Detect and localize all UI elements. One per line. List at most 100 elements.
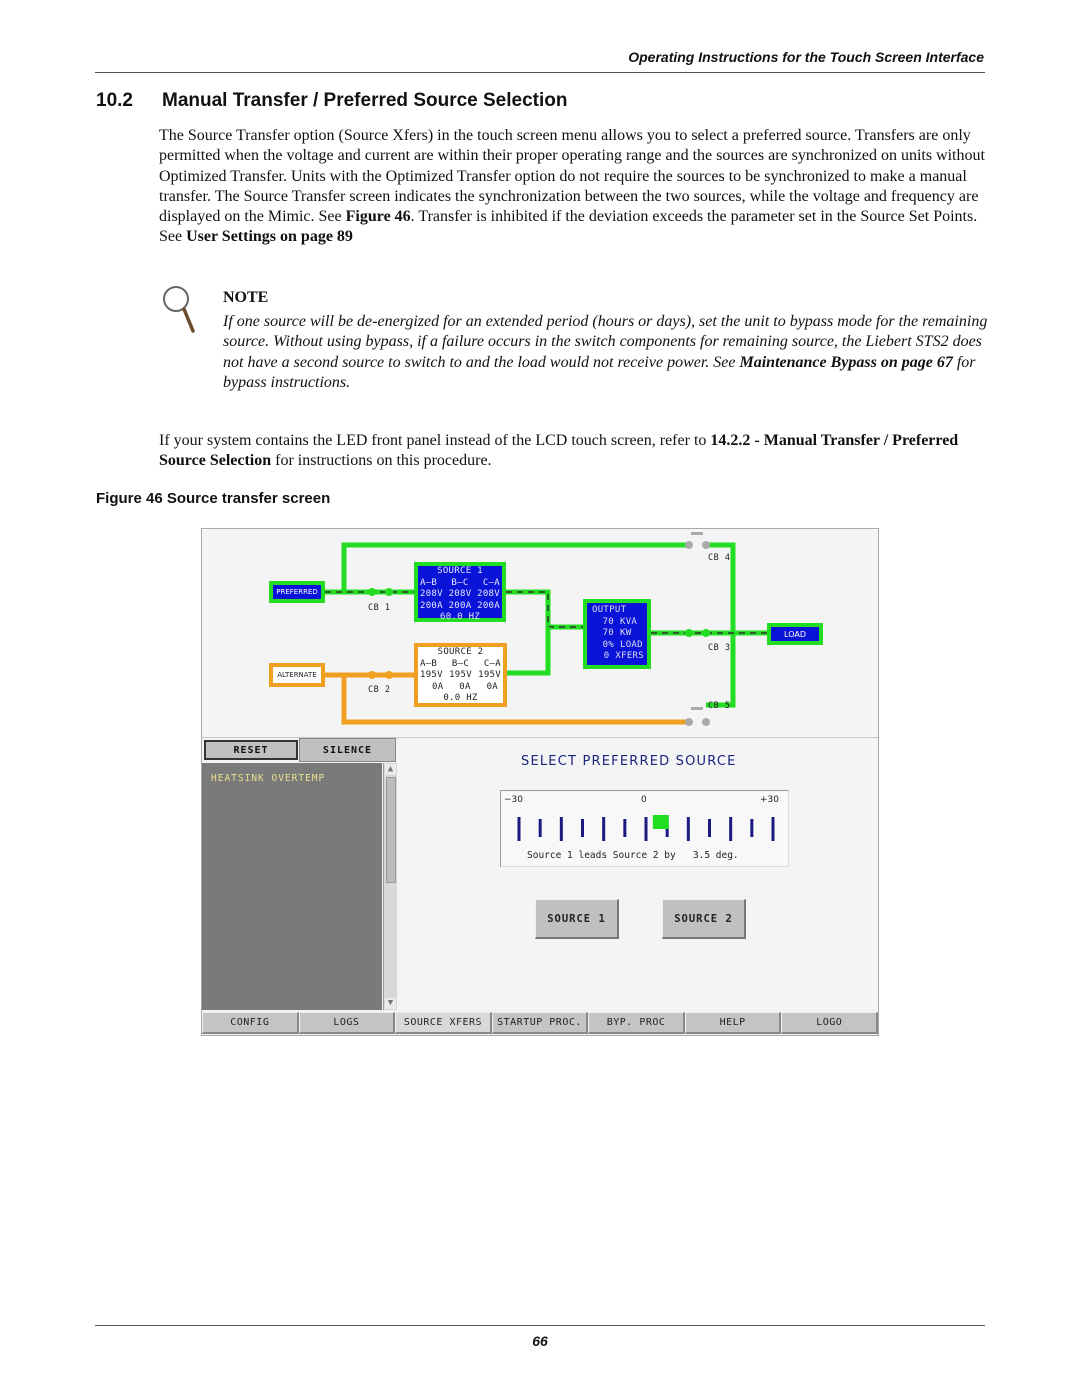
- nav-button-byp-proc[interactable]: BYP. PROC: [588, 1012, 685, 1034]
- phase-label: C–A: [483, 658, 501, 669]
- current-value: 200A: [448, 600, 472, 611]
- load-tag: LOAD: [767, 623, 823, 645]
- nav-button-source-xfers[interactable]: SOURCE XFERS: [395, 1012, 492, 1034]
- phase-scale: [517, 815, 775, 841]
- figure-46-link[interactable]: Figure 46: [346, 208, 411, 225]
- section-title: Manual Transfer / Preferred Source Selec…: [162, 90, 568, 111]
- note-label: NOTE: [223, 289, 269, 306]
- cb2-contact: [368, 671, 376, 679]
- nav-button-logo[interactable]: LOGO: [781, 1012, 879, 1034]
- output-row: 70 KW: [592, 628, 644, 640]
- cb3-contact: [685, 629, 693, 637]
- note-text: If one source will be de-energized for a…: [223, 312, 988, 393]
- user-settings-link[interactable]: User Settings on page 89: [186, 228, 353, 245]
- voltage-value: 208V: [477, 589, 500, 599]
- page-number: 66: [532, 1333, 548, 1349]
- source1-button[interactable]: SOURCE 1: [535, 899, 619, 939]
- output-unit: KW: [620, 628, 632, 638]
- alternate-tag[interactable]: ALTERNATE: [269, 663, 325, 687]
- source1-panel: SOURCE 1 A–B B–C C–A 208V 208V 208V 200A 200A…: [414, 562, 506, 622]
- nav-button-logs[interactable]: LOGS: [298, 1012, 396, 1034]
- scroll-up-arrow-icon[interactable]: ▲: [385, 764, 396, 775]
- cb5-label: CB 5: [708, 701, 731, 711]
- scale-max-label: +30: [760, 795, 779, 805]
- nav-button-startup-proc[interactable]: STARTUP PROC.: [491, 1012, 589, 1034]
- phase-label: A–B: [420, 577, 438, 588]
- source-transfer-screen: PREFERRED ALTERNATE LOAD CB 1 CB 2 CB 3 …: [201, 528, 879, 1036]
- figure-caption: Figure 46 Source transfer screen: [96, 490, 331, 507]
- alarm-scrollbar[interactable]: ▲ ▼: [383, 763, 397, 1010]
- output-row: 0% LOAD: [592, 640, 644, 652]
- current-value: 0A: [486, 681, 498, 692]
- output-unit: KVA: [620, 616, 638, 627]
- output-value: 70: [602, 628, 614, 638]
- cb4-open-indicator: [691, 532, 703, 535]
- output-unit: LOAD: [620, 639, 643, 650]
- voltage-value: 195V: [420, 670, 443, 680]
- select-preferred-source-title: SELECT PREFERRED SOURCE: [521, 754, 737, 769]
- section-number: 10.2: [96, 90, 133, 111]
- output-value: 0: [603, 651, 610, 661]
- maintenance-bypass-link[interactable]: Maintenance Bypass on page 67: [740, 354, 953, 371]
- section-heading: 10.2 Manual Transfer / Preferred Source S…: [96, 90, 567, 112]
- alarm-panel: RESET SILENCE HEATSINK OVERTEMP ▲ ▼: [202, 738, 398, 1010]
- intro-paragraph: The Source Transfer option (Source Xfers…: [159, 126, 989, 248]
- phase-indicator: [652, 815, 669, 829]
- source2-button[interactable]: SOURCE 2: [662, 899, 746, 939]
- output-value: 70: [602, 616, 614, 627]
- nav-button-help[interactable]: HELP: [684, 1012, 782, 1034]
- cb4-contact: [685, 541, 693, 549]
- scroll-down-arrow-icon[interactable]: ▼: [385, 998, 396, 1009]
- header-rule: [95, 72, 985, 73]
- cb4-to-load-line: [706, 542, 736, 708]
- source2-to-output-line: [507, 627, 551, 676]
- bypass-line-source1: [341, 542, 689, 591]
- cb1-label: CB 1: [368, 603, 391, 613]
- scale-min-label: −30: [504, 795, 523, 805]
- cb5-contact: [685, 718, 693, 726]
- nav-button-config[interactable]: CONFIG: [202, 1012, 299, 1034]
- voltage-value: 195V: [449, 670, 472, 680]
- frequency-value: 0.0 HZ: [443, 693, 478, 703]
- output-panel: OUTPUT 70 KVA 70 KW 0% LOAD 0 XFERS: [583, 599, 651, 669]
- output-unit: XFERS: [615, 651, 644, 661]
- output-row: 0 XFERS: [592, 651, 644, 663]
- output-value: 0%: [602, 639, 614, 650]
- voltage-value: 208V: [448, 589, 472, 599]
- bypass-line-source2: [341, 675, 689, 725]
- source2-panel: SOURCE 2 A–B B–C C–A 195V 195V 195V 0A 0A 0A 0…: [414, 643, 507, 707]
- output-title: OUTPUT: [592, 605, 627, 615]
- preferred-tag[interactable]: PREFERRED: [269, 581, 325, 603]
- cb4-label: CB 4: [708, 553, 731, 563]
- alarm-list[interactable]: HEATSINK OVERTEMP: [202, 763, 382, 1010]
- current-value: 0A: [459, 681, 471, 692]
- source1-title: SOURCE 1: [437, 566, 483, 576]
- alarm-item[interactable]: HEATSINK OVERTEMP: [211, 773, 325, 784]
- current-value: 0A: [432, 681, 444, 692]
- source2-title: SOURCE 2: [437, 647, 484, 657]
- paragraph-text: for instructions on this procedure.: [271, 452, 492, 470]
- source1-to-output-line: [506, 589, 583, 630]
- cb3-label: CB 3: [708, 643, 731, 653]
- phase-label: C–A: [482, 577, 500, 588]
- voltage-value: 208V: [420, 589, 443, 599]
- phase-status: Source 1 leads Source 2 by 3.5 deg.: [527, 850, 739, 861]
- silence-button[interactable]: SILENCE: [299, 738, 396, 762]
- voltage-value: 195V: [478, 670, 501, 680]
- phase-status-value: 3.5 deg.: [692, 850, 739, 861]
- running-header: Operating Instructions for the Touch Scr…: [628, 49, 984, 65]
- magnifier-note-icon: [163, 286, 195, 333]
- bottom-nav-bar: CONFIG LOGS SOURCE XFERS STARTUP PROC. BYP. …: [202, 1012, 879, 1034]
- output-row: 70 KVA: [592, 617, 644, 629]
- current-value: 200A: [477, 600, 500, 611]
- cb1-contact: [368, 588, 376, 596]
- scroll-thumb[interactable]: [386, 777, 396, 883]
- reset-button[interactable]: RESET: [204, 740, 298, 760]
- phase-status-text: Source 1 leads Source 2 by: [527, 850, 676, 861]
- phase-label: A–B: [420, 658, 438, 669]
- mimic-diagram: PREFERRED ALTERNATE LOAD CB 1 CB 2 CB 3 …: [202, 529, 878, 739]
- footer-rule: [95, 1325, 985, 1326]
- cb2-label: CB 2: [368, 685, 391, 695]
- select-preferred-source-panel: SELECT PREFERRED SOURCE −30 0 +30 Source…: [399, 738, 878, 1010]
- frequency-value: 60.0 HZ: [439, 612, 481, 622]
